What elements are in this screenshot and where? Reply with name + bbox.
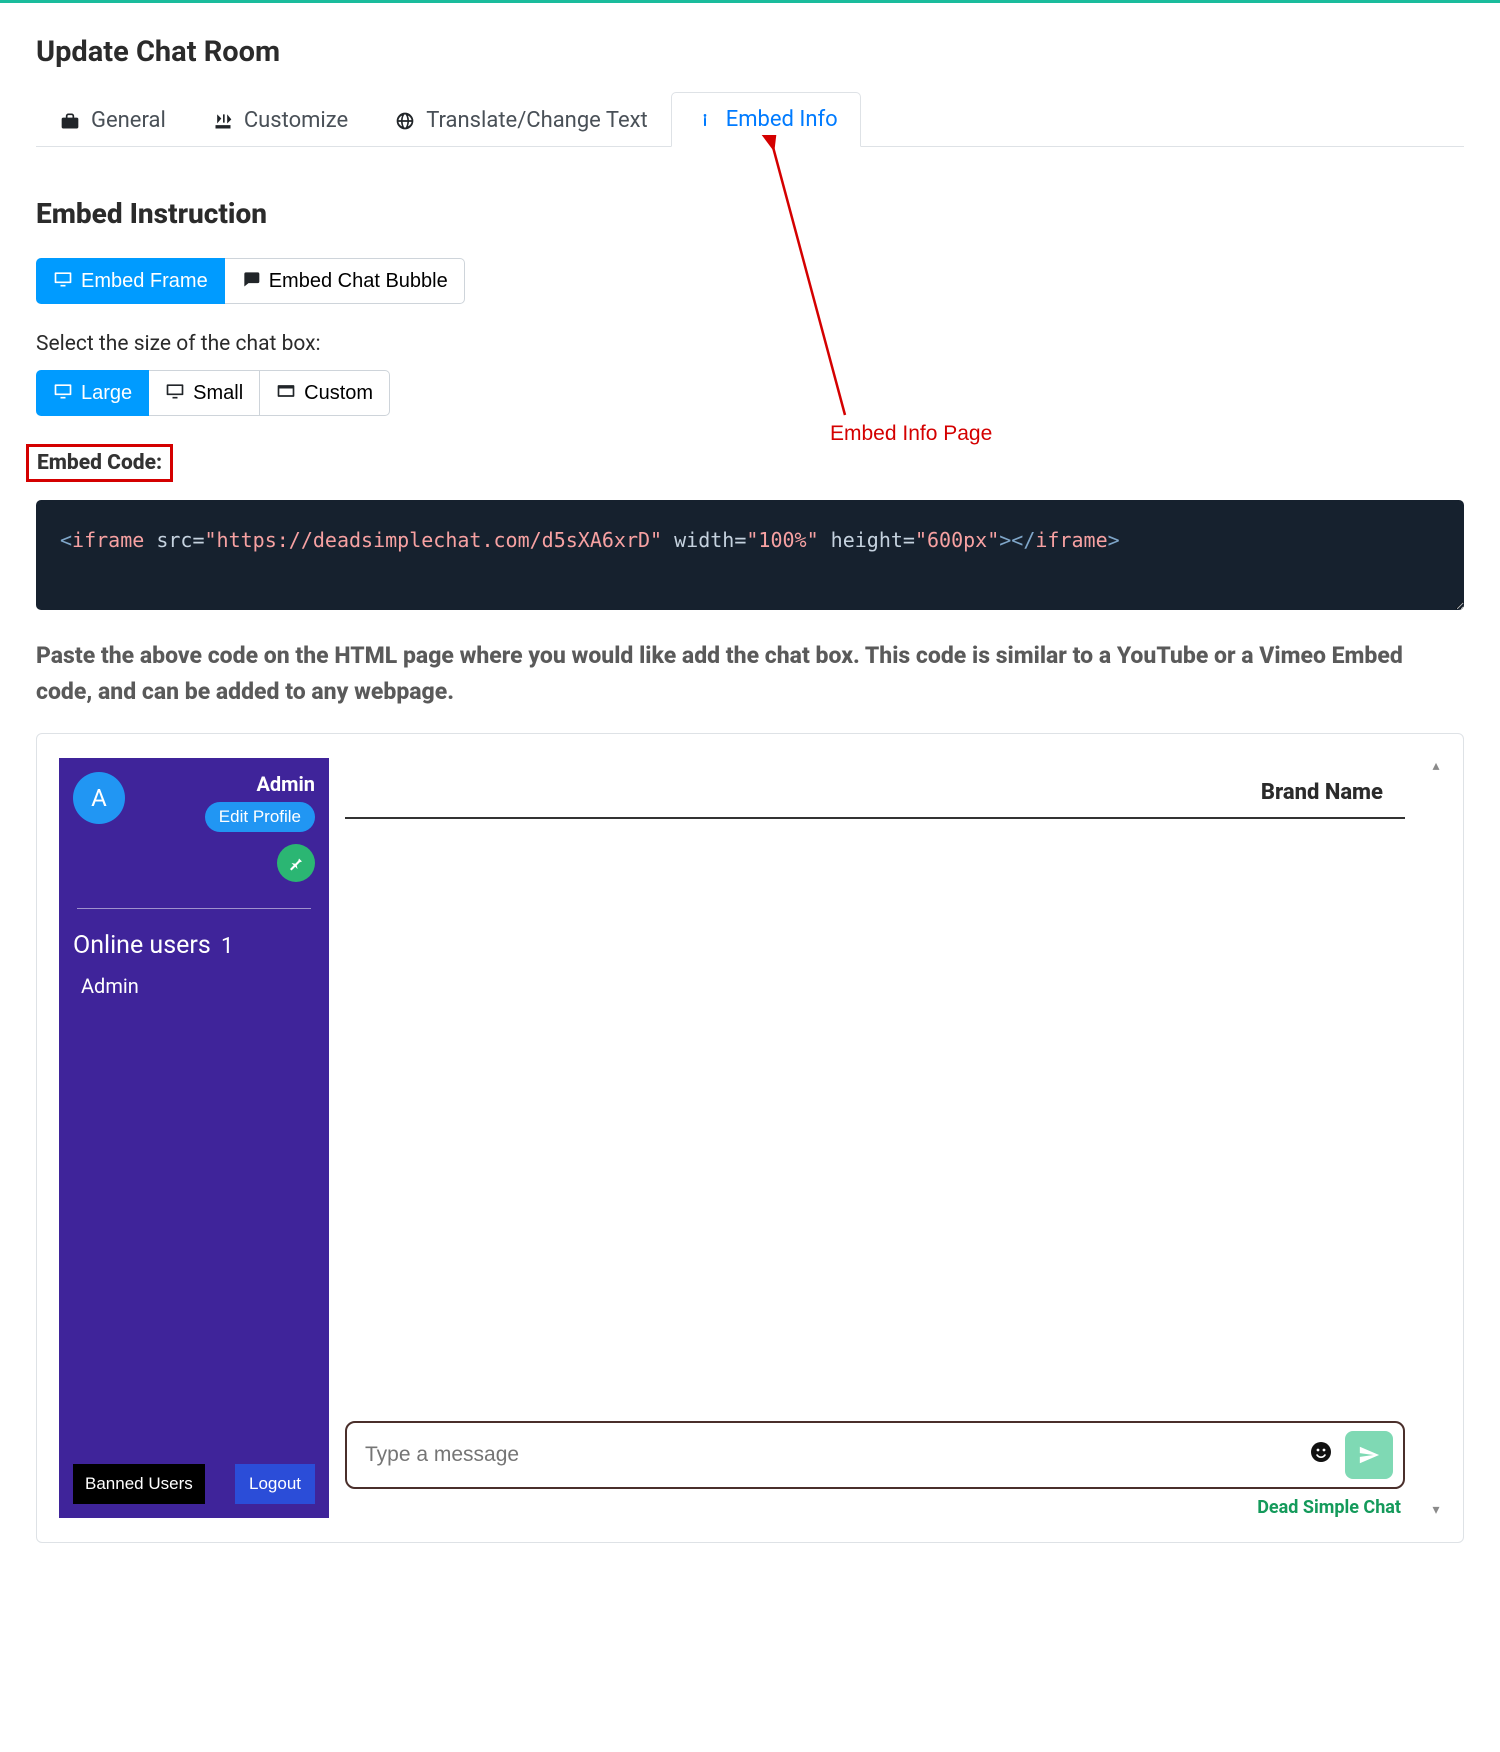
tab-translate[interactable]: Translate/Change Text bbox=[371, 93, 671, 147]
tab-customize[interactable]: Customize bbox=[189, 93, 371, 147]
tab-customize-label: Customize bbox=[244, 108, 348, 133]
online-users-heading: Online users 1 bbox=[73, 931, 315, 960]
size-group: Large Small Custom bbox=[36, 370, 390, 416]
brand-name: Brand Name bbox=[345, 758, 1405, 819]
divider bbox=[77, 908, 311, 909]
chat-preview: A Admin Edit Profile Online users 1 Admi… bbox=[36, 733, 1464, 1543]
size-small-label: Small bbox=[193, 383, 243, 403]
code-token: > bbox=[999, 528, 1011, 552]
emoji-icon bbox=[1309, 1443, 1333, 1470]
embed-code-label: Embed Code: bbox=[26, 444, 173, 482]
online-users-list: Admin bbox=[73, 974, 315, 998]
embed-bubble-label: Embed Chat Bubble bbox=[269, 271, 448, 291]
size-large-button[interactable]: Large bbox=[36, 370, 149, 416]
edit-profile-button[interactable]: Edit Profile bbox=[205, 802, 315, 832]
scroll-down-icon[interactable]: ▾ bbox=[1432, 1502, 1439, 1518]
scroll-up-icon[interactable]: ▴ bbox=[1432, 758, 1439, 774]
online-users-label: Online users bbox=[73, 931, 211, 960]
logout-button[interactable]: Logout bbox=[235, 1464, 315, 1504]
code-token: "600px" bbox=[915, 528, 999, 552]
code-token: width= bbox=[662, 528, 746, 552]
window-icon bbox=[276, 381, 296, 405]
pin-icon bbox=[287, 854, 305, 872]
code-token: iframe bbox=[72, 528, 144, 552]
paste-description: Paste the above code on the HTML page wh… bbox=[36, 638, 1464, 709]
info-icon bbox=[694, 109, 716, 131]
tab-embed-info-label: Embed Info bbox=[726, 107, 838, 132]
tabs: General Customize Translate/Change Text … bbox=[36, 91, 1464, 147]
tab-general-label: General bbox=[91, 108, 166, 133]
code-token: iframe bbox=[1035, 528, 1107, 552]
online-users-count: 1 bbox=[221, 934, 233, 959]
current-user-name: Admin bbox=[205, 772, 315, 796]
tab-embed-info[interactable]: Embed Info bbox=[671, 92, 861, 147]
chat-main: Brand Name Dead Simple Chat bbox=[329, 758, 1427, 1518]
chat-messages-area[interactable] bbox=[345, 819, 1415, 1421]
size-small-button[interactable]: Small bbox=[149, 370, 260, 416]
scrollbar[interactable]: ▴ ▾ bbox=[1427, 758, 1445, 1518]
toolbox-icon bbox=[59, 110, 81, 132]
list-item[interactable]: Admin bbox=[81, 974, 315, 998]
chat-bubble-icon bbox=[241, 269, 261, 293]
size-custom-button[interactable]: Custom bbox=[260, 370, 390, 416]
chat-input-row bbox=[345, 1421, 1405, 1489]
emoji-button[interactable] bbox=[1309, 1440, 1333, 1471]
ruler-icon bbox=[212, 110, 234, 132]
code-token: "https://deadsimplechat.com/d5sXA6xrD" bbox=[205, 528, 663, 552]
footer-brand-link[interactable]: Dead Simple Chat bbox=[345, 1489, 1415, 1518]
pin-button[interactable] bbox=[277, 844, 315, 882]
code-token: "100%" bbox=[746, 528, 818, 552]
banned-users-button[interactable]: Banned Users bbox=[73, 1464, 205, 1504]
monitor-icon bbox=[53, 381, 73, 405]
annotation-label: Embed Info Page bbox=[830, 422, 992, 446]
size-select-label: Select the size of the chat box: bbox=[36, 332, 1464, 356]
embed-frame-button[interactable]: Embed Frame bbox=[36, 258, 225, 304]
page-title: Update Chat Room bbox=[36, 35, 1464, 69]
tab-translate-label: Translate/Change Text bbox=[426, 108, 648, 133]
send-button[interactable] bbox=[1345, 1431, 1393, 1479]
code-token: </ bbox=[1011, 528, 1035, 552]
monitor-icon bbox=[53, 269, 73, 293]
message-input[interactable] bbox=[365, 1443, 1309, 1467]
embed-type-group: Embed Frame Embed Chat Bubble bbox=[36, 258, 465, 304]
tab-general[interactable]: General bbox=[36, 93, 189, 147]
chat-sidebar: A Admin Edit Profile Online users 1 Admi… bbox=[59, 758, 329, 1518]
embed-instruction-heading: Embed Instruction bbox=[36, 197, 1464, 230]
code-token: < bbox=[60, 528, 72, 552]
globe-icon bbox=[394, 110, 416, 132]
embed-bubble-button[interactable]: Embed Chat Bubble bbox=[225, 258, 465, 304]
code-token: height= bbox=[819, 528, 915, 552]
size-custom-label: Custom bbox=[304, 383, 373, 403]
send-icon bbox=[1358, 1444, 1380, 1466]
code-token: > bbox=[1108, 528, 1120, 552]
avatar[interactable]: A bbox=[73, 772, 125, 824]
code-token: src= bbox=[144, 528, 204, 552]
embed-frame-label: Embed Frame bbox=[81, 271, 208, 291]
size-large-label: Large bbox=[81, 383, 132, 403]
embed-code-block[interactable]: <iframe src="https://deadsimplechat.com/… bbox=[36, 500, 1464, 610]
monitor-icon bbox=[165, 381, 185, 405]
